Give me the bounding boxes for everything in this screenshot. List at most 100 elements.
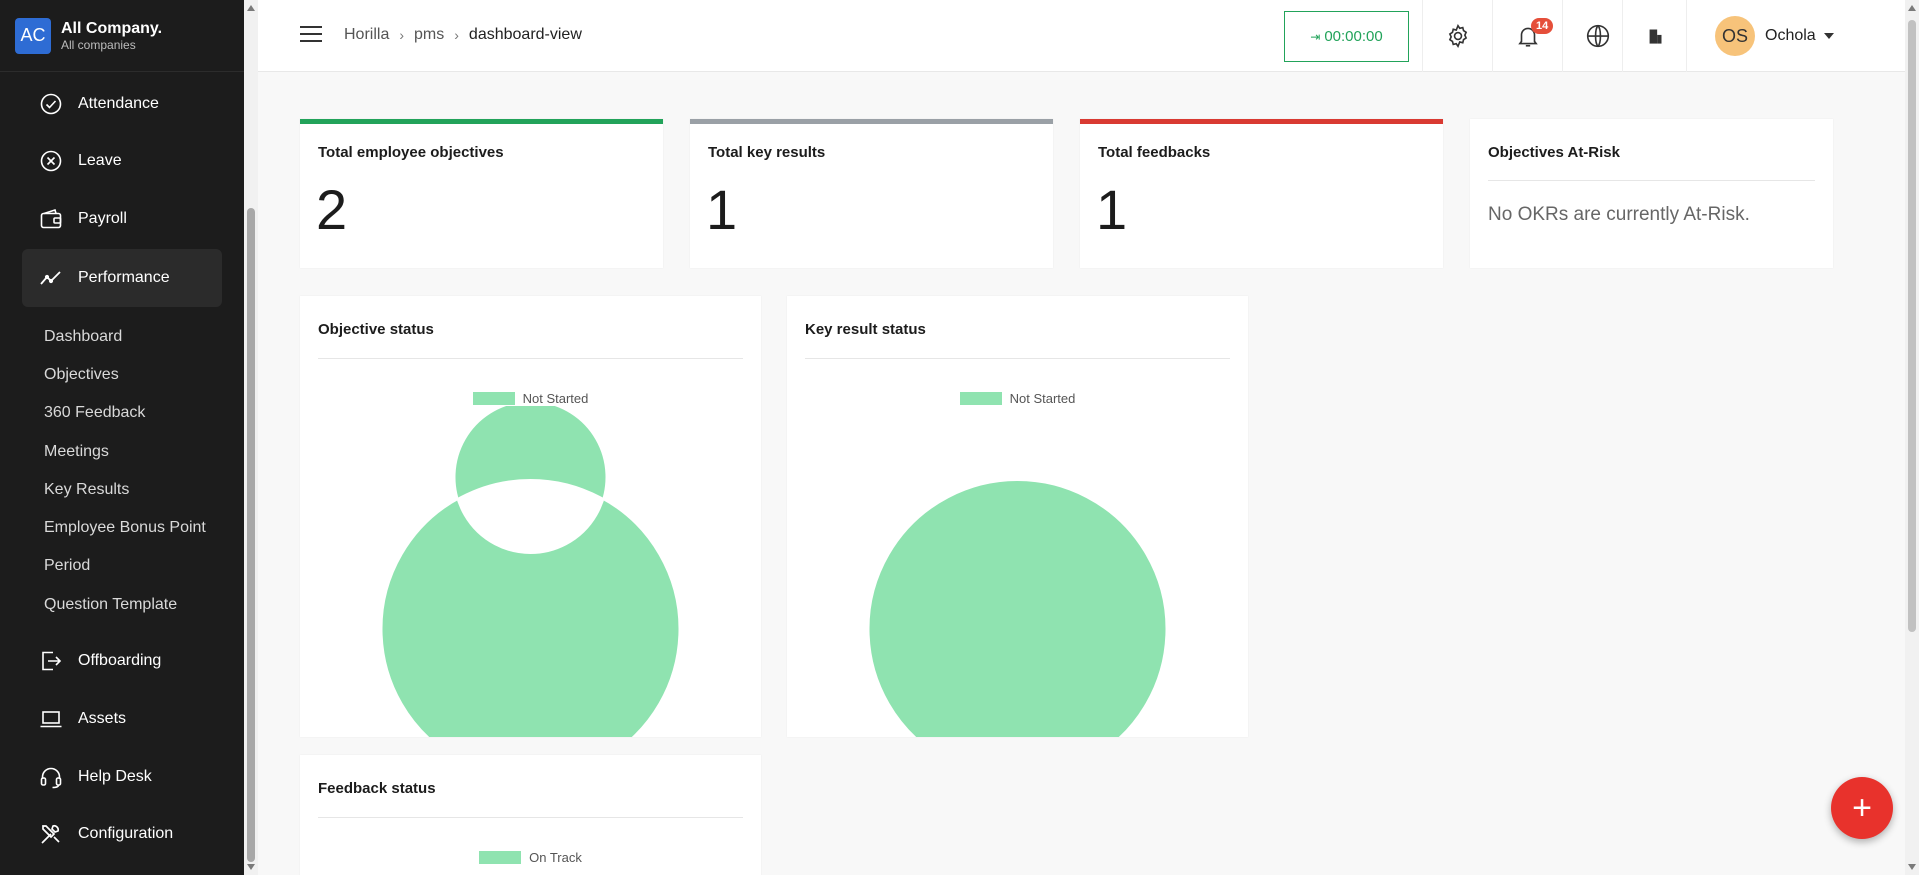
stat-title: Total employee objectives (318, 144, 504, 161)
sidebar-subitem-period[interactable]: Period (44, 557, 90, 575)
divider (318, 817, 743, 818)
sidebar-item-configuration[interactable]: Configuration (22, 805, 222, 863)
trend-line-icon (38, 265, 64, 291)
sidebar-item-attendance[interactable]: Attendance (22, 75, 222, 133)
pie-slice-not-started[interactable] (867, 479, 1168, 737)
user-name: Ochola (1765, 27, 1816, 44)
legend-label: Not Started (1009, 391, 1076, 406)
key-result-status-card: Key result status Not Started (787, 296, 1248, 737)
legend-swatch (959, 392, 1002, 405)
sidebar-subitem-employee-bonus-point[interactable]: Employee Bonus Point (44, 519, 206, 537)
company-subtitle: All companies (61, 37, 136, 52)
scrollbar-thumb[interactable] (1908, 20, 1916, 632)
chart-legend[interactable]: Not Started (300, 391, 761, 406)
objective-status-chart (380, 406, 681, 737)
stat-color-bar (1080, 119, 1443, 124)
chevron-right-icon: › (454, 27, 459, 43)
notification-count-badge: 14 (1531, 18, 1554, 34)
at-risk-message: No OKRs are currently At-Risk. (1488, 204, 1750, 225)
gear-icon (1448, 23, 1467, 49)
page-scrollbar[interactable] (1905, 0, 1919, 875)
stat-card-key-results: Total key results 1 (690, 119, 1053, 268)
sidebar-item-leave[interactable]: Leave (22, 132, 222, 190)
scroll-up-arrow-icon[interactable] (1908, 5, 1916, 11)
sidebar-item-assets[interactable]: Assets (22, 690, 222, 748)
stat-color-bar (690, 119, 1053, 124)
clock-in-button[interactable]: ⇥ 00:00:00 (1284, 11, 1409, 62)
tools-icon (38, 821, 64, 847)
sidebar-item-performance[interactable]: Performance (22, 249, 222, 307)
company-badge: AC (15, 17, 51, 54)
company-switcher[interactable]: AC All Company. All companies (0, 0, 244, 72)
scroll-down-arrow-icon[interactable] (247, 864, 255, 870)
sidebar-item-payroll[interactable]: Payroll (22, 190, 222, 248)
feedback-status-card: Feedback status On Track (300, 755, 761, 875)
company-button[interactable] (1622, 0, 1686, 72)
caret-down-icon (1823, 33, 1834, 39)
stat-title: Total key results (708, 144, 826, 161)
chart-legend[interactable]: On Track (300, 850, 761, 865)
x-circle-icon (38, 148, 64, 174)
chart-legend[interactable]: Not Started (787, 391, 1248, 406)
breadcrumb-current: dashboard-view (468, 26, 582, 43)
exit-icon (38, 648, 64, 674)
clock-in-icon: ⇥ (1310, 29, 1321, 44)
building-icon (1649, 29, 1661, 44)
headset-icon (38, 764, 64, 790)
quick-add-button[interactable]: + (1831, 777, 1893, 839)
legend-swatch (472, 392, 515, 405)
scroll-down-arrow-icon[interactable] (1908, 864, 1916, 870)
wallet-icon (38, 206, 64, 232)
stat-color-bar (300, 119, 663, 124)
stat-value: 1 (1096, 178, 1128, 241)
stat-card-feedbacks: Total feedbacks 1 (1080, 119, 1443, 268)
chart-title: Key result status (805, 321, 926, 338)
check-circle-icon (38, 91, 64, 117)
sidebar-subitem-meetings[interactable]: Meetings (44, 443, 109, 461)
chart-title: Objective status (318, 321, 434, 338)
top-header: Horilla › pms › dashboard-view ⇥ 00:00:0… (258, 0, 1905, 72)
sidebar-item-label: Leave (78, 152, 122, 169)
sidebar-item-label: Performance (78, 269, 170, 286)
at-risk-title: Objectives At-Risk (1488, 144, 1620, 161)
stat-card-objectives: Total employee objectives 2 (300, 119, 663, 268)
notifications-button[interactable]: 14 (1492, 0, 1562, 72)
plus-icon: + (1852, 788, 1872, 827)
divider (1488, 180, 1815, 181)
sidebar-subitem-question-template[interactable]: Question Template (44, 596, 177, 614)
chevron-right-icon: › (399, 27, 405, 43)
sidebar-item-label: Offboarding (78, 652, 162, 669)
legend-swatch (479, 851, 522, 864)
timer-value: 00:00:00 (1324, 28, 1383, 45)
legend-label: Not Started (522, 391, 589, 406)
sidebar-item-label: Help Desk (78, 768, 152, 785)
sidebar-item-offboarding[interactable]: Offboarding (22, 632, 222, 690)
scroll-up-arrow-icon[interactable] (247, 5, 255, 11)
company-name: All Company. (61, 19, 163, 37)
sidebar-subitem-360-feedback[interactable]: 360 Feedback (44, 404, 145, 422)
scrollbar-thumb[interactable] (247, 208, 255, 862)
stat-value: 1 (706, 178, 738, 241)
user-menu[interactable]: OS Ochola (1686, 0, 1834, 72)
doughnut-slice-not-started[interactable] (380, 406, 681, 737)
divider (318, 358, 743, 359)
divider (805, 358, 1230, 359)
objective-status-card: Objective status Not Started (300, 296, 761, 737)
breadcrumb-module[interactable]: pms (414, 26, 444, 44)
sidebar-subitem-objectives[interactable]: Objectives (44, 366, 119, 384)
sidebar-item-help-desk[interactable]: Help Desk (22, 748, 222, 806)
sidebar-subitem-dashboard[interactable]: Dashboard (44, 328, 122, 346)
laptop-icon (38, 706, 64, 732)
menu-toggle-icon[interactable] (300, 26, 322, 46)
sidebar-item-label: Attendance (78, 95, 159, 112)
sidebar-scrollbar[interactable] (244, 0, 258, 875)
breadcrumb-home[interactable]: Horilla (344, 26, 389, 44)
at-risk-card: Objectives At-Risk No OKRs are currently… (1470, 119, 1833, 268)
sidebar-subitem-key-results[interactable]: Key Results (44, 481, 129, 499)
avatar: OS (1715, 16, 1755, 56)
sidebar-item-label: Assets (78, 710, 127, 727)
settings-button[interactable] (1422, 0, 1492, 72)
chart-title: Feedback status (318, 780, 436, 797)
stat-title: Total feedbacks (1098, 144, 1211, 161)
legend-label: On Track (529, 850, 582, 865)
